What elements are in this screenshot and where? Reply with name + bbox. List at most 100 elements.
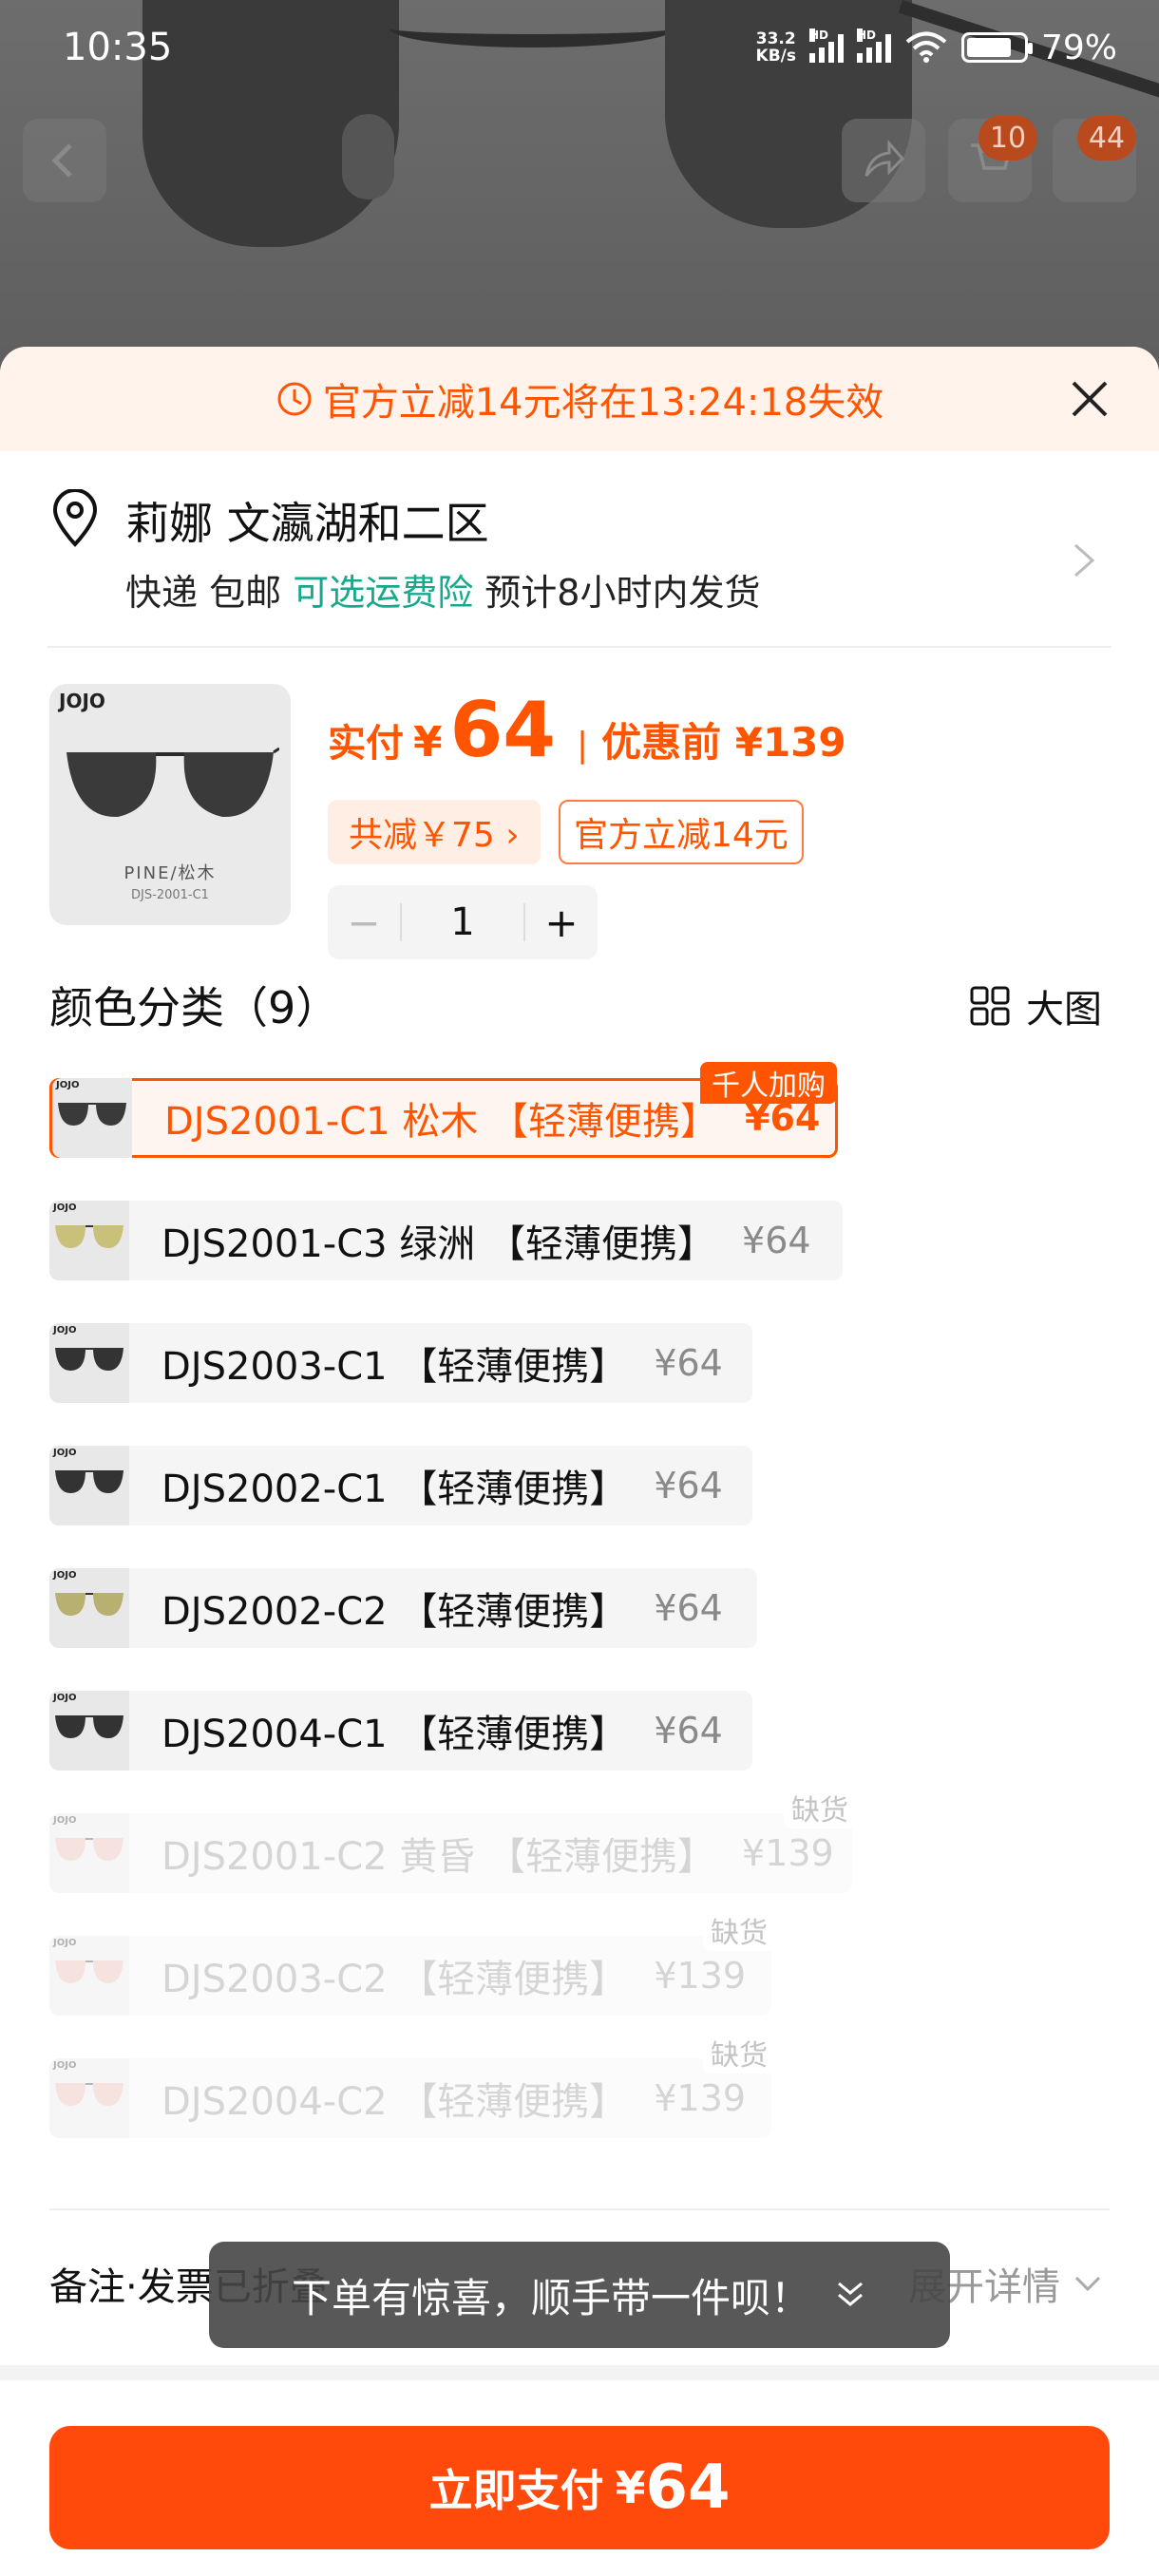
variant-thumbnail: JOJO: [49, 1201, 129, 1280]
sunglasses-image: [55, 1960, 124, 1983]
variant-price: ¥64: [654, 1587, 723, 1629]
sunglasses-image: [66, 747, 279, 818]
variant-option[interactable]: JOJO DJS2002-C2 【轻薄便携】 ¥64: [49, 1568, 757, 1648]
product-caption: PINE/松木: [124, 863, 217, 883]
back-button[interactable]: [23, 119, 106, 202]
shipping-info: 快递 包邮 可选运费险 预计8小时内发货: [125, 572, 761, 614]
price-row: 实付 ¥ 64 | 优惠前 ¥139: [328, 686, 846, 774]
product-thumbnail[interactable]: JOJO PINE/松木 DJS-2001-C1: [49, 684, 291, 925]
popular-tag: 千人加购: [700, 1062, 837, 1104]
variant-label: DJS2003-C2 【轻薄便携】: [162, 1958, 628, 2001]
clock-icon: [277, 382, 312, 416]
variant-label: DJS2003-C1 【轻薄便携】: [162, 1345, 628, 1389]
product-summary: JOJO PINE/松木 DJS-2001-C1 实付 ¥ 64 | 优惠前 ¥…: [0, 648, 1159, 959]
variant-option[interactable]: JOJO DJS2004-C1 【轻薄便携】 ¥64: [49, 1691, 752, 1771]
chevron-right-icon: [1074, 543, 1095, 578]
promo-text: 官方立减14元将在13:24:18失效: [322, 381, 884, 425]
promo-banner: 官方立减14元将在13:24:18失效: [0, 347, 1159, 451]
variant-option[interactable]: JOJO DJS2002-C1 【轻薄便携】 ¥64: [49, 1446, 752, 1525]
variant-thumbnail: JOJO: [49, 1813, 129, 1893]
divider: [49, 2208, 1110, 2210]
variant-price: ¥64: [742, 1220, 811, 1261]
brand-logo: JOJO: [53, 1938, 77, 1948]
variant-label: DJS2001-C1 松木 【轻薄便携】: [164, 1100, 719, 1144]
status-time: 10:35: [63, 26, 173, 69]
brand-logo: JOJO: [53, 1693, 77, 1703]
brand-logo: JOJO: [53, 1448, 77, 1458]
chevron-left-icon: [51, 143, 72, 178]
variant-price: ¥139: [742, 1832, 834, 1874]
original-price: 优惠前 ¥139: [601, 719, 846, 766]
pay-now-button[interactable]: 立即支付 ¥ 64: [49, 2426, 1110, 2549]
address-row[interactable]: 莉娜 文瀛湖和二区 快递 包邮 可选运费险 预计8小时内发货: [0, 451, 1159, 646]
variant-option[interactable]: JOJO DJS2001-C1 松木 【轻薄便携】 ¥64 千人加购: [49, 1062, 838, 1158]
location-pin-icon: [52, 489, 98, 547]
signal-icon: HD: [808, 28, 844, 63]
brand-logo: JOJO: [53, 1570, 77, 1581]
brand-logo: JOJO: [53, 1325, 77, 1335]
more-button[interactable]: 44: [1053, 115, 1136, 202]
signal-icon-2: HD: [856, 28, 891, 63]
battery-percent: 79%: [1040, 28, 1117, 67]
variant-option: JOJO DJS2003-C2 【轻薄便携】 ¥139 缺货: [49, 1909, 775, 2016]
increment-button[interactable]: +: [525, 900, 598, 946]
variant-label: DJS2004-C2 【轻薄便携】: [162, 2080, 628, 2124]
out-of-stock-tag: 缺货: [784, 1787, 856, 1828]
big-view-toggle[interactable]: 大图: [969, 978, 1102, 1033]
brand-logo: JOJO: [53, 1815, 77, 1826]
status-bar: 10:35 33.2 KB/s HD HD 79%: [0, 0, 1159, 95]
brand-logo: JOJO: [59, 690, 105, 712]
variants-title: 颜色分类（9）: [49, 982, 340, 1033]
message-badge: 44: [1077, 115, 1136, 161]
out-of-stock-tag: 缺货: [703, 2032, 775, 2074]
cart-button[interactable]: 10: [948, 115, 1037, 202]
network-speed: 33.2 KB/s: [755, 29, 796, 66]
quantity-value[interactable]: 1: [400, 903, 525, 941]
variant-option[interactable]: JOJO DJS2001-C3 绿洲 【轻薄便携】 ¥64: [49, 1201, 843, 1280]
variant-label: DJS2002-C2 【轻薄便携】: [162, 1590, 628, 1634]
variant-label: DJS2001-C3 绿洲 【轻薄便携】: [162, 1222, 716, 1266]
variant-option: JOJO DJS2004-C2 【轻薄便携】 ¥139 缺货: [49, 2032, 775, 2138]
address-name: 莉娜 文瀛湖和二区: [125, 498, 489, 549]
grid-icon: [970, 986, 1010, 1026]
variant-thumbnail: JOJO: [49, 1446, 129, 1525]
cart-badge: 10: [978, 115, 1037, 161]
sunglasses-image: [55, 2083, 124, 2106]
variant-price: ¥64: [654, 1710, 723, 1752]
variant-price: ¥139: [654, 1955, 747, 1997]
variant-label: DJS2001-C2 黄昏 【轻薄便携】: [162, 1835, 716, 1879]
variant-price: ¥139: [654, 2077, 747, 2119]
share-icon: [864, 140, 905, 177]
double-chevron-down-icon: [838, 2282, 863, 2306]
variant-thumbnail: JOJO: [49, 1568, 129, 1648]
variant-thumbnail: JOJO: [49, 1323, 129, 1403]
variant-price: ¥64: [654, 1342, 723, 1384]
sunglasses-image: [55, 1470, 124, 1493]
chevron-down-icon: [1074, 2276, 1101, 2292]
discount-total-chip[interactable]: 共减￥75 ›: [328, 800, 541, 864]
out-of-stock-tag: 缺货: [703, 1909, 775, 1951]
variant-thumbnail: JOJO: [52, 1078, 132, 1158]
decrement-button[interactable]: −: [328, 900, 400, 946]
shipping-insurance-link[interactable]: 可选运费险: [293, 572, 473, 614]
quantity-stepper: − 1 +: [328, 885, 598, 959]
wifi-icon: [905, 31, 947, 63]
sunglasses-image: [55, 1838, 124, 1861]
brand-logo: JOJO: [56, 1080, 80, 1090]
share-button[interactable]: [842, 119, 925, 202]
variant-label: DJS2004-C1 【轻薄便携】: [162, 1713, 628, 1756]
variant-price: ¥64: [654, 1465, 723, 1506]
bottom-bar: 立即支付 ¥ 64: [0, 2365, 1159, 2576]
hero-nosepad: [342, 114, 394, 199]
variant-label: DJS2002-C1 【轻薄便携】: [162, 1468, 628, 1511]
close-icon[interactable]: [1066, 375, 1113, 423]
variant-thumbnail: JOJO: [49, 2058, 129, 2138]
battery-icon: [960, 32, 1033, 63]
toast-message[interactable]: 下单有惊喜，顺手带一件呗！: [209, 2242, 950, 2348]
variant-option[interactable]: JOJO DJS2003-C1 【轻薄便携】 ¥64: [49, 1323, 752, 1403]
variant-thumbnail: JOJO: [49, 1691, 129, 1771]
variant-thumbnail: JOJO: [49, 1936, 129, 2016]
sunglasses-image: [55, 1593, 124, 1616]
sunglasses-image: [55, 1715, 124, 1738]
status-icons: 33.2 KB/s HD HD 79%: [756, 28, 1117, 67]
